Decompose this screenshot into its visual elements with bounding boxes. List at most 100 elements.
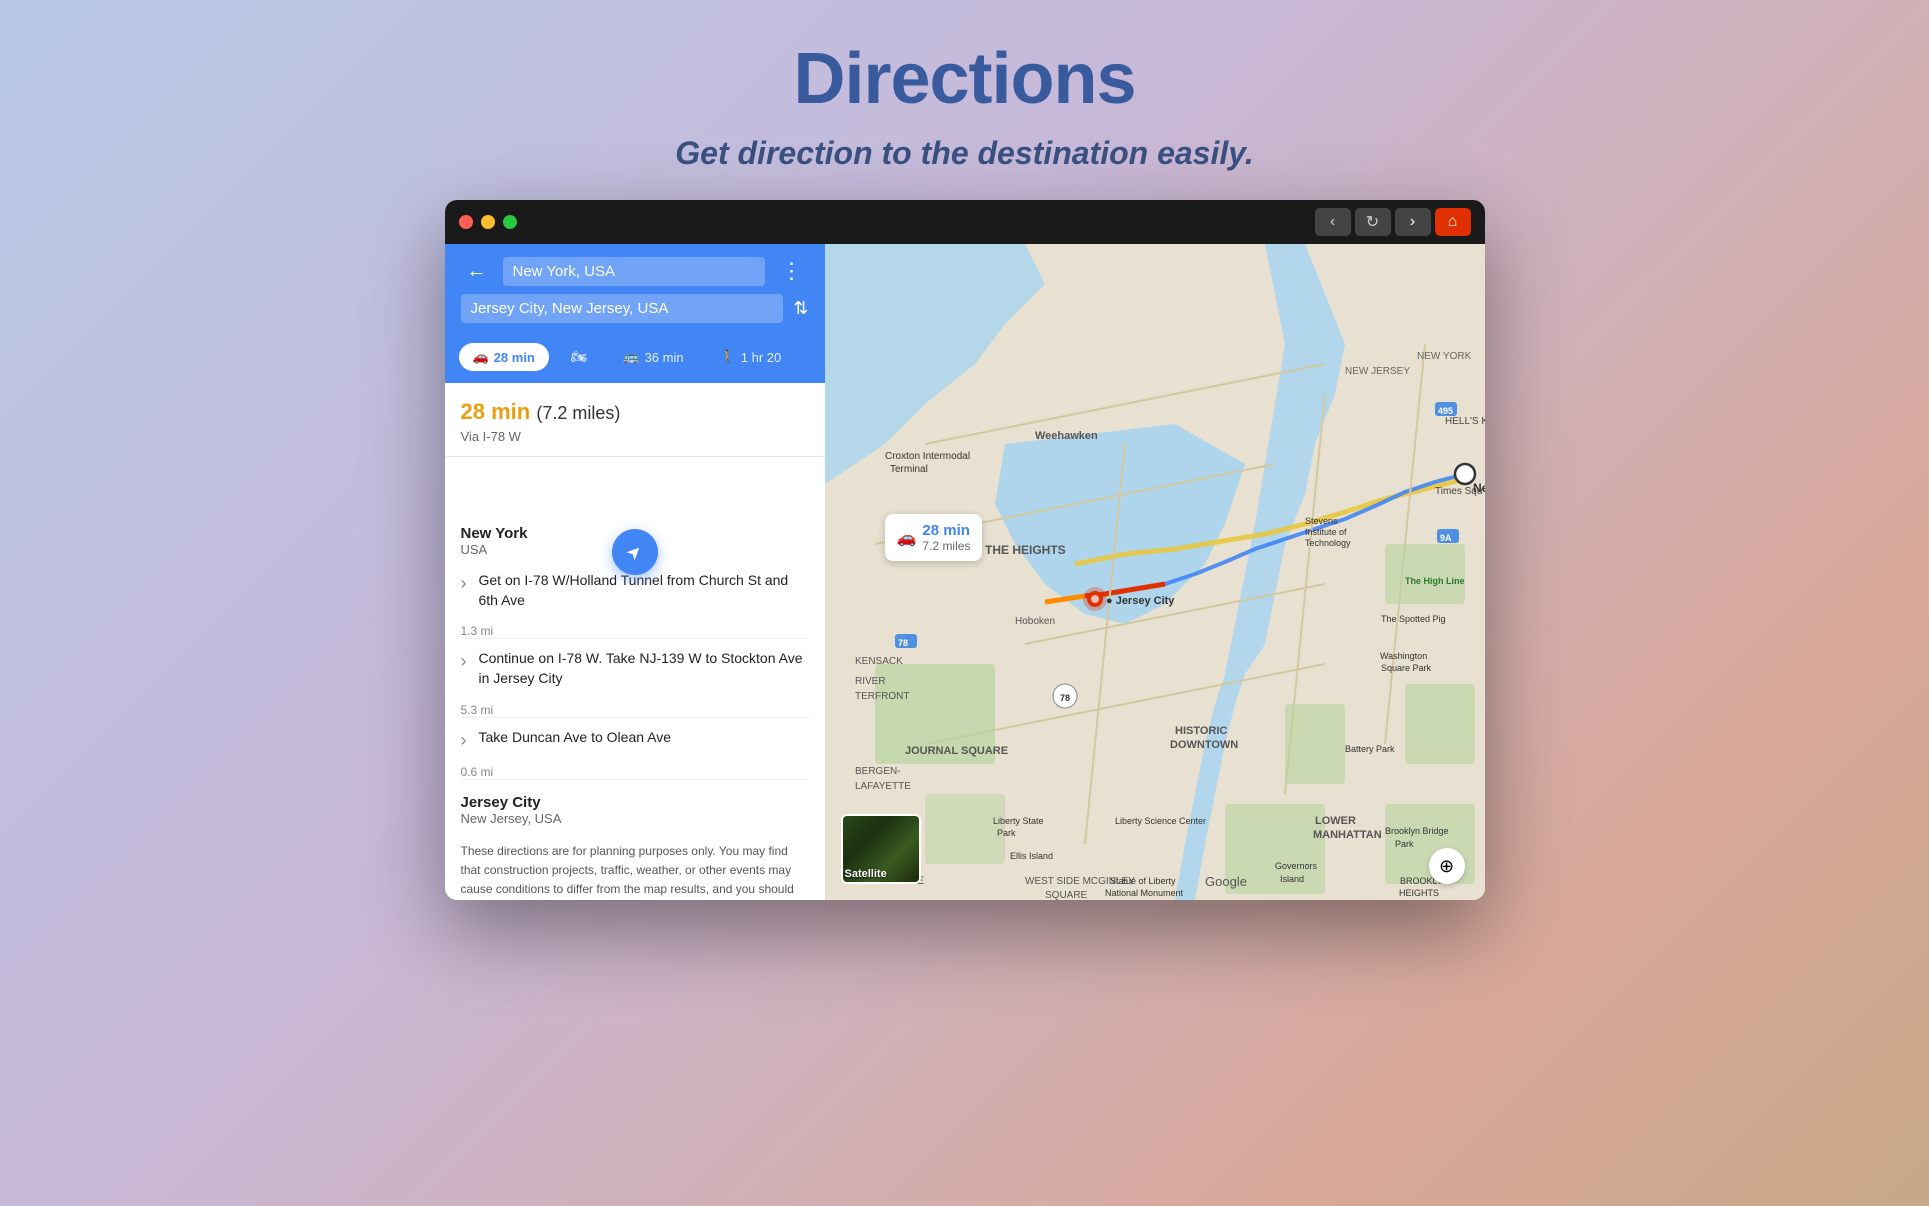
step-distance-2: 0.6 mi [445,765,825,779]
map-time-badge: 🚗 28 min 7.2 miles [885,514,983,561]
svg-text:Liberty Science Center: Liberty Science Center [1115,816,1206,826]
svg-text:Statue of Liberty: Statue of Liberty [1110,876,1176,886]
origin-input[interactable] [503,257,765,286]
svg-text:● Jersey City: ● Jersey City [1106,595,1175,607]
svg-text:JOURNAL SQUARE: JOURNAL SQUARE [905,745,1008,757]
svg-text:Terminal: Terminal [890,464,928,475]
route-via: Via I-78 W [461,429,809,444]
back-arrow-button[interactable]: ← [461,258,493,285]
svg-text:Governors: Governors [1275,861,1318,871]
app-body: ← ⋮ ⇅ 🚗 28 min 🏍 🚌 [445,244,1485,900]
navigate-fab-button[interactable]: ➤ [612,529,658,575]
svg-text:Weehawken: Weehawken [1035,430,1098,442]
compass-button[interactable]: ⊕ [1429,848,1465,884]
close-button[interactable] [459,215,473,229]
refresh-nav-button[interactable]: ↻ [1355,208,1391,236]
tab-walking[interactable]: 🚶 1 hr 20 [706,343,796,371]
tab-motorcycle[interactable]: 🏍 [557,343,602,371]
step-arrow-icon-2: › [461,730,467,751]
step-content-2: Take Duncan Ave to Olean Ave [479,728,809,748]
svg-text:Battery Park: Battery Park [1345,744,1395,754]
page-subtitle: Get direction to the destination easily. [675,135,1253,172]
svg-text:Island: Island [1280,874,1304,884]
svg-text:The Spotted Pig: The Spotted Pig [1381,614,1446,624]
more-options-button[interactable]: ⋮ [775,256,809,286]
svg-text:New York: New York [1473,481,1485,495]
svg-text:HISTORIC: HISTORIC [1175,725,1227,737]
svg-text:Stevens: Stevens [1305,516,1338,526]
svg-text:National Monument: National Monument [1105,888,1184,898]
svg-text:HELL'S KIT: HELL'S KIT [1445,416,1485,427]
svg-text:Croxton Intermodal: Croxton Intermodal [885,451,970,462]
svg-text:Google: Google [1205,874,1247,889]
home-nav-button[interactable]: ⌂ [1435,208,1471,236]
disclaimer-text: These directions are for planning purpos… [445,830,825,901]
svg-text:Square Park: Square Park [1381,663,1432,673]
satellite-label: Satellite [845,868,887,880]
svg-text:THE HEIGHTS: THE HEIGHTS [985,543,1066,557]
svg-text:DOWNTOWN: DOWNTOWN [1170,739,1238,751]
svg-text:HEIGHTS: HEIGHTS [1399,888,1439,898]
tab-transit[interactable]: 🚌 36 min [609,343,697,371]
svg-text:Liberty State: Liberty State [993,816,1044,826]
svg-text:LOWER: LOWER [1315,815,1356,827]
svg-text:LAFAYETTE: LAFAYETTE [855,781,911,792]
svg-text:9A: 9A [1440,533,1452,543]
map-area[interactable]: Weehawken THE HEIGHTS Hoboken HELL'S KIT… [825,244,1485,900]
svg-text:BERGEN-: BERGEN- [855,766,901,777]
svg-text:Brooklyn Bridge: Brooklyn Bridge [1385,826,1449,836]
motorcycle-icon: 🏍 [571,349,588,365]
destination-region: New Jersey, USA [461,811,809,826]
navigate-arrow-icon: ➤ [622,539,648,565]
step-item-2[interactable]: › Take Duncan Ave to Olean Ave [445,718,825,761]
step-content-1: Continue on I-78 W. Take NJ-139 W to Sto… [479,649,809,688]
map-svg: Weehawken THE HEIGHTS Hoboken HELL'S KIT… [825,244,1485,900]
maximize-button[interactable] [503,215,517,229]
app-window: ‹ ↻ › ⌂ ← ⋮ ⇅ [445,200,1485,900]
map-distance-text: 7.2 miles [922,539,970,553]
svg-text:NEW JERSEY: NEW JERSEY [1345,366,1410,377]
map-time-text: 28 min [922,522,970,539]
svg-text:The High Line: The High Line [1405,576,1465,586]
destination-header: Jersey City New Jersey, USA [445,780,825,830]
step-instruction-0: Get on I-78 W/Holland Tunnel from Church… [479,571,809,610]
driving-time-label: 28 min [494,350,535,365]
svg-text:RIVER: RIVER [855,676,886,687]
svg-text:Institute of: Institute of [1305,527,1347,537]
tab-driving[interactable]: 🚗 28 min [459,343,549,371]
walking-icon: 🚶 [720,349,736,365]
nav-controls: ‹ ↻ › ⌂ [1315,208,1471,236]
step-item-1[interactable]: › Continue on I-78 W. Take NJ-139 W to S… [445,639,825,698]
minimize-button[interactable] [481,215,495,229]
swap-directions-button[interactable]: ⇅ [793,298,808,319]
step-arrow-icon-0: › [461,573,467,594]
svg-text:78: 78 [898,638,908,648]
svg-text:78: 78 [1060,693,1070,703]
page-title: Directions [675,40,1253,119]
traffic-lights [459,215,517,229]
svg-text:Technology: Technology [1305,538,1351,548]
route-info: 28 min (7.2 miles) Via I-78 W [445,383,825,457]
step-content-0: Get on I-78 W/Holland Tunnel from Church… [479,571,809,610]
svg-text:NEW YORK: NEW YORK [1417,351,1472,362]
forward-nav-button[interactable]: › [1395,208,1431,236]
destination-input[interactable] [461,294,784,323]
svg-text:495: 495 [1438,406,1453,416]
svg-text:TERFRONT: TERFRONT [855,691,909,702]
svg-text:Ellis Island: Ellis Island [1010,851,1053,861]
svg-text:SQUARE: SQUARE [1045,890,1088,900]
transport-tabs: 🚗 28 min 🏍 🚌 36 min 🚶 1 hr 20 [445,335,825,383]
transit-icon: 🚌 [623,349,639,365]
walking-time-label: 1 hr 20 [741,350,781,365]
header-top-row: ← ⋮ [461,256,809,286]
page-header: Directions Get direction to the destinat… [675,40,1253,172]
step-instruction-2: Take Duncan Ave to Olean Ave [479,728,809,748]
destination-city: Jersey City [461,794,809,811]
back-nav-button[interactable]: ‹ [1315,208,1351,236]
step-distance-0: 1.3 mi [445,624,825,638]
compass-icon: ⊕ [1439,856,1454,877]
svg-text:Hoboken: Hoboken [1015,616,1055,627]
svg-text:Park: Park [1395,839,1414,849]
svg-text:Park: Park [997,828,1016,838]
route-duration: 28 min (7.2 miles) [461,399,809,425]
